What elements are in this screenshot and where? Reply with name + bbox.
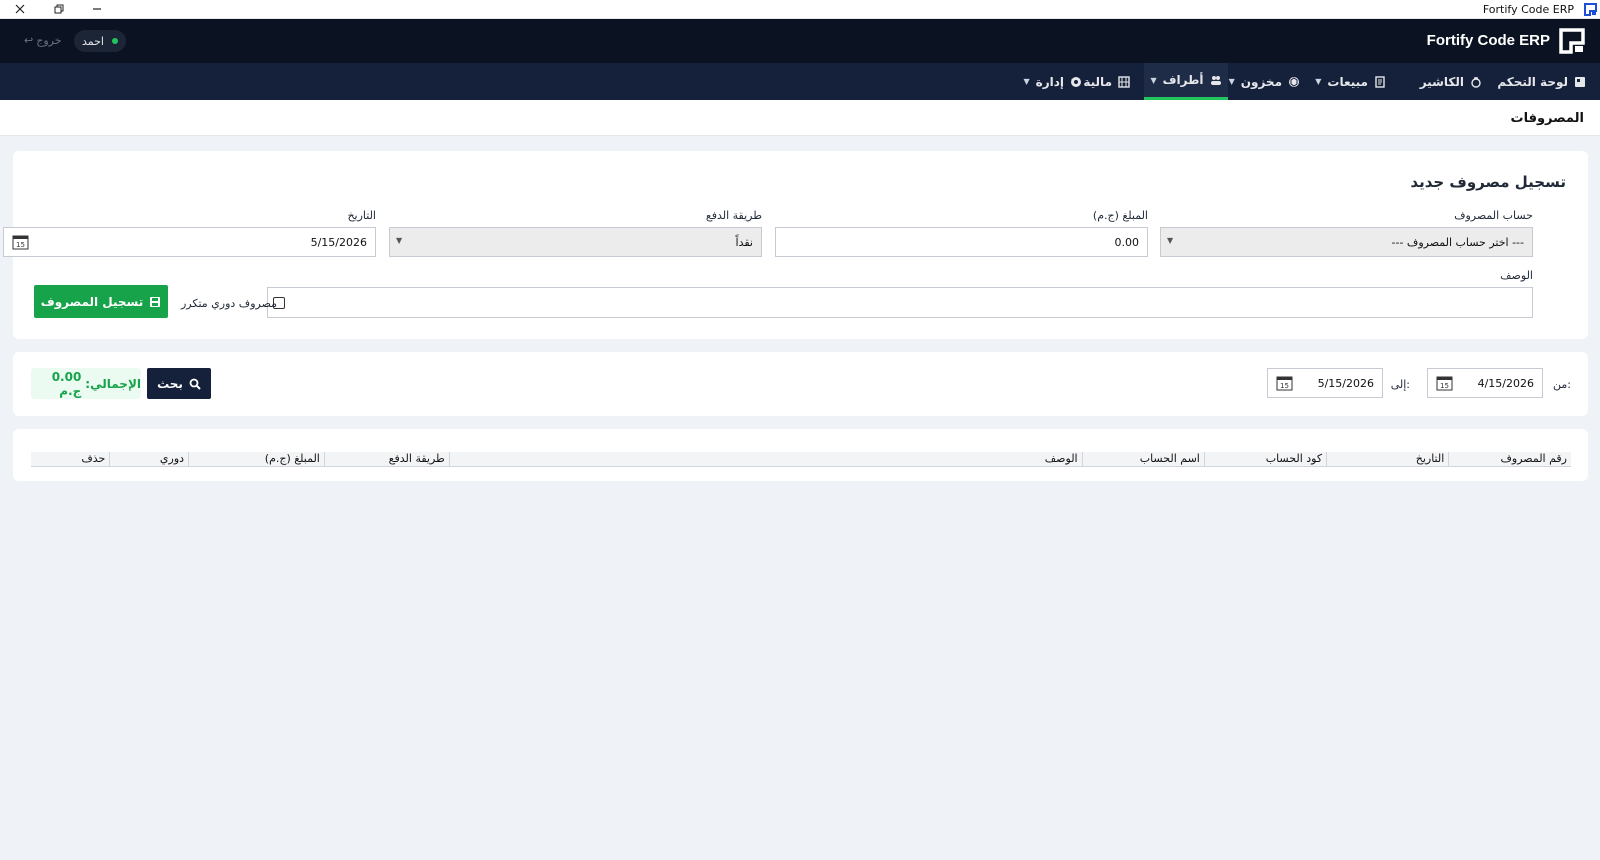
search-icon <box>189 378 201 390</box>
logout-label: خروج <box>36 34 62 47</box>
nav-item-dashboard[interactable]: لوحة التحكم <box>1497 63 1586 100</box>
column-header[interactable]: طريقة الدفع <box>323 452 450 467</box>
chevron-down-icon: ▼ <box>1315 77 1322 86</box>
amount-input[interactable]: 0.00 <box>775 227 1148 257</box>
column-header[interactable]: حذف <box>31 452 110 467</box>
payment-method-select[interactable]: نقداً ▼ <box>389 227 762 257</box>
column-header[interactable]: اسم الحساب <box>1081 452 1205 467</box>
date-value: 5/15/2026 <box>310 235 367 249</box>
to-date-value: 5/15/2026 <box>1317 376 1374 390</box>
description-label: الوصف <box>1500 269 1533 282</box>
expenses-table: رقم المصروف التاريخ كود الحساب اسم الحسا… <box>31 452 1571 467</box>
nav-item-label: لوحة التحكم <box>1497 74 1568 89</box>
restore-icon <box>54 4 64 14</box>
expense-account-select[interactable]: --- اختر حساب المصروف --- ▼ <box>1160 227 1533 257</box>
column-header[interactable]: دوري <box>109 452 189 467</box>
page-title: المصروفات <box>1510 111 1585 126</box>
description-input[interactable] <box>267 287 1533 318</box>
logout-icon: ↩ <box>24 34 34 47</box>
recurring-label: مصروف دوري متكرر <box>181 297 278 310</box>
total-label: الإجمالي: <box>85 376 141 391</box>
window-titlebar: Fortify Code ERP <box>0 0 1600 19</box>
filter-card: من: 4/15/2026 15 إلى: 5/15/2026 15 بحث ا… <box>13 352 1588 416</box>
nav-item-inventory[interactable]: مخزون ▼ <box>1229 63 1300 100</box>
total-value: 0.00 ج.م <box>51 369 82 398</box>
receipt-icon <box>1375 75 1385 88</box>
from-date-input[interactable]: 4/15/2026 15 <box>1427 368 1543 398</box>
nav-item-label: مالية <box>1083 74 1112 89</box>
online-status-icon <box>112 38 118 44</box>
account-value: --- اختر حساب المصروف --- <box>1391 235 1524 249</box>
restore-window-button[interactable] <box>40 0 78 18</box>
search-button[interactable]: بحث <box>147 368 211 399</box>
chevron-down-icon: ▼ <box>1023 77 1030 86</box>
total-badge: الإجمالي: 0.00 ج.م <box>31 368 141 399</box>
chevron-down-icon: ▼ <box>1167 236 1174 245</box>
brand-name: Fortify Code ERP <box>1426 32 1550 49</box>
nav-item-parties[interactable]: أطراف ▼ <box>1144 63 1228 100</box>
calendar-icon[interactable]: 15 <box>1276 375 1293 391</box>
date-input[interactable]: 5/15/2026 15 <box>3 227 376 257</box>
box-icon <box>1289 76 1299 87</box>
save-icon <box>150 296 161 307</box>
nav-item-label: أطراف <box>1162 73 1204 87</box>
nav-item-label: إدارة <box>1035 74 1064 89</box>
new-expense-card: تسجيل مصروف جديد حساب المصروف --- اختر ح… <box>3 151 1588 339</box>
chevron-down-icon: ▼ <box>396 236 403 245</box>
from-label: من: <box>1553 378 1571 391</box>
main-nav: لوحة التحكم الكاشير مبيعات ▼ مخزون ▼ أطر… <box>0 63 1600 100</box>
minimize-window-button[interactable] <box>78 0 116 18</box>
close-window-button[interactable] <box>1 0 39 18</box>
to-date-input[interactable]: 5/15/2026 15 <box>1267 368 1383 398</box>
save-button-label: تسجيل المصروف <box>40 294 144 309</box>
column-header[interactable]: المبلغ (ج.م) <box>188 452 325 467</box>
user-badge[interactable]: احمد <box>74 30 126 52</box>
expenses-table-card: رقم المصروف التاريخ كود الحساب اسم الحسا… <box>13 429 1588 481</box>
cashier-icon <box>1471 76 1481 88</box>
calculator-icon <box>1118 75 1130 88</box>
chevron-down-icon: ▼ <box>1228 77 1235 86</box>
amount-value: 0.00 <box>1114 235 1140 249</box>
column-header[interactable]: رقم المصروف <box>1448 452 1571 467</box>
page-header: المصروفات <box>0 100 1600 136</box>
brand-logo-icon <box>1559 28 1585 54</box>
from-date-value: 4/15/2026 <box>1477 376 1534 390</box>
svg-text:15: 15 <box>1440 382 1449 390</box>
app-logo-icon <box>1584 3 1597 16</box>
dashboard-icon <box>1575 76 1585 87</box>
app-header: Fortify Code ERP احمد خروج ↩ <box>0 19 1600 63</box>
gear-icon <box>1071 76 1081 87</box>
nav-item-admin[interactable]: إدارة ▼ <box>1023 63 1082 100</box>
window-title: Fortify Code ERP <box>1482 3 1574 16</box>
column-header[interactable]: الوصف <box>448 452 1083 467</box>
nav-item-sales[interactable]: مبيعات ▼ <box>1315 63 1386 100</box>
payment-method-label: طريقة الدفع <box>705 209 762 222</box>
calendar-icon[interactable]: 15 <box>12 234 29 250</box>
user-name: احمد <box>82 34 104 48</box>
search-button-label: بحث <box>157 376 183 391</box>
save-expense-button[interactable]: تسجيل المصروف <box>34 285 168 318</box>
nav-item-cashier[interactable]: الكاشير <box>1420 63 1482 100</box>
calendar-icon[interactable]: 15 <box>1436 375 1453 391</box>
logout-button[interactable]: خروج ↩ <box>24 34 62 47</box>
column-header[interactable]: التاريخ <box>1326 452 1449 467</box>
form-title: تسجيل مصروف جديد <box>1410 173 1566 191</box>
table-header-row: رقم المصروف التاريخ كود الحساب اسم الحسا… <box>31 452 1571 467</box>
nav-item-label: مبيعات <box>1327 74 1368 89</box>
users-icon <box>1210 76 1221 85</box>
column-header[interactable]: كود الحساب <box>1203 452 1327 467</box>
to-label: إلى: <box>1390 378 1410 391</box>
account-label: حساب المصروف <box>1454 209 1533 222</box>
nav-item-label: مخزون <box>1240 74 1282 89</box>
date-label: التاريخ <box>347 209 376 222</box>
payment-value: نقداً <box>735 235 753 249</box>
close-icon <box>15 4 25 14</box>
amount-label: المبلغ (ج.م) <box>1092 209 1148 222</box>
chevron-down-icon: ▼ <box>1150 75 1157 85</box>
minimize-icon <box>93 8 101 10</box>
svg-text:15: 15 <box>1280 382 1289 390</box>
svg-text:15: 15 <box>16 241 25 249</box>
nav-item-label: الكاشير <box>1419 74 1464 89</box>
